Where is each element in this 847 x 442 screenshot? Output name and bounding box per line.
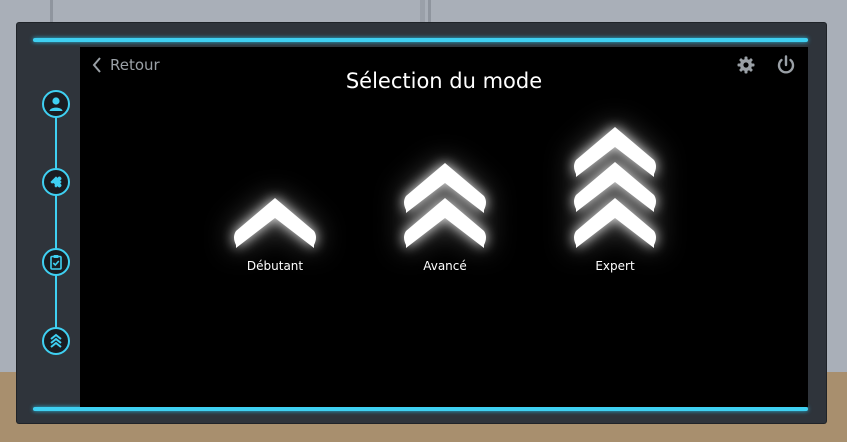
mode-label: Expert	[595, 259, 635, 273]
bottom-accent-bar	[33, 407, 808, 411]
step-mode[interactable]	[42, 327, 70, 355]
triple-chevron-icon	[574, 127, 656, 248]
mode-label: Avancé	[423, 259, 467, 273]
main-screen: Retour Sélection du mode Débutant Avancé…	[80, 47, 808, 407]
gear-icon	[737, 56, 755, 74]
single-chevron-icon	[234, 198, 316, 248]
user-icon	[49, 97, 63, 111]
mode-option-expert[interactable]: Expert	[565, 122, 665, 273]
mode-option-advanced[interactable]: Avancé	[395, 158, 495, 273]
progress-rail	[55, 104, 57, 342]
double-chevron-icon	[404, 163, 486, 248]
step-puzzle[interactable]	[42, 168, 70, 196]
chevrons-up-icon	[50, 333, 62, 348]
settings-button[interactable]	[735, 54, 757, 80]
clipboard-check-icon	[50, 255, 62, 270]
step-user[interactable]	[42, 90, 70, 118]
top-accent-bar	[33, 38, 808, 42]
power-button[interactable]	[775, 54, 797, 80]
puzzle-icon	[50, 176, 62, 188]
power-icon	[777, 55, 795, 74]
mode-option-beginner[interactable]: Débutant	[225, 193, 325, 273]
page-title: Sélection du mode	[345, 69, 543, 93]
mode-label: Débutant	[246, 259, 304, 273]
step-clipboard[interactable]	[42, 248, 70, 276]
